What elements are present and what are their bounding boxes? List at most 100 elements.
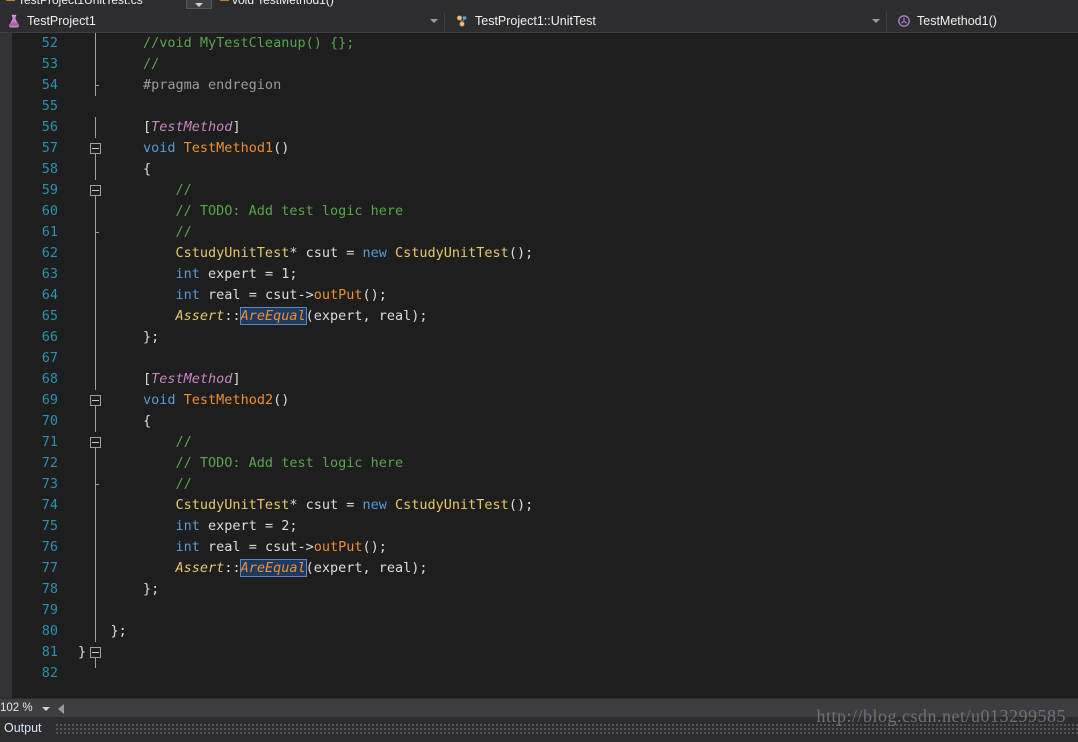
tab-unittest-cs[interactable]: TestProject1UnitTest.cs bbox=[18, 0, 143, 10]
code-line[interactable]: 79 bbox=[12, 600, 1078, 621]
line-content[interactable]: // bbox=[78, 474, 192, 495]
line-number: 52 bbox=[41, 35, 58, 51]
code-token: ; bbox=[289, 518, 298, 534]
code-token: = bbox=[346, 497, 363, 513]
code-token: TestMethod bbox=[151, 371, 233, 387]
line-content[interactable]: int expert = 1; bbox=[78, 264, 298, 285]
code-line[interactable]: 73 // bbox=[12, 474, 1078, 495]
code-line[interactable]: 81} bbox=[12, 642, 1078, 663]
line-content[interactable]: //void MyTestCleanup() {}; bbox=[78, 33, 354, 54]
code-token: [ bbox=[78, 119, 152, 135]
code-line[interactable]: 64 int real = csut->outPut(); bbox=[12, 285, 1078, 306]
code-line[interactable]: 63 int expert = 1; bbox=[12, 264, 1078, 285]
line-content[interactable]: // bbox=[78, 222, 192, 243]
code-line[interactable]: 65 Assert::AreEqual(expert, real); bbox=[12, 306, 1078, 327]
code-lines[interactable]: 52 //void MyTestCleanup() {}; 53 //54 #pr… bbox=[12, 33, 1078, 684]
code-line[interactable]: 54 #pragma endregion bbox=[12, 75, 1078, 96]
line-content[interactable]: // TODO: Add test logic here bbox=[78, 201, 404, 222]
code-line[interactable]: 62 CstudyUnitTest* csut = new CstudyUnit… bbox=[12, 243, 1078, 264]
code-line[interactable]: 78 }; bbox=[12, 579, 1078, 600]
code-token: = bbox=[264, 518, 282, 534]
line-content[interactable]: { bbox=[78, 411, 151, 432]
line-content[interactable]: [TestMethod] bbox=[78, 369, 241, 390]
line-content[interactable]: }; bbox=[78, 327, 159, 348]
line-content[interactable]: void TestMethod2() bbox=[78, 390, 289, 411]
code-line[interactable]: 55 bbox=[12, 96, 1078, 117]
zoom-level-combobox[interactable]: 102 % bbox=[0, 699, 58, 717]
code-line[interactable]: 59 // bbox=[12, 180, 1078, 201]
chevron-down-icon[interactable] bbox=[872, 19, 880, 23]
code-line[interactable]: 53 // bbox=[12, 54, 1078, 75]
code-line[interactable]: 77 Assert::AreEqual(expert, real); bbox=[12, 558, 1078, 579]
code-token: () bbox=[273, 140, 290, 156]
code-line[interactable]: 80 }; bbox=[12, 621, 1078, 642]
line-number: 65 bbox=[41, 308, 58, 324]
code-token: = bbox=[248, 539, 265, 555]
scroll-left-icon[interactable] bbox=[58, 704, 64, 714]
code-token: (expert, real); bbox=[305, 308, 428, 324]
line-content[interactable]: // TODO: Add test logic here bbox=[78, 453, 404, 474]
line-content[interactable]: Assert::AreEqual(expert, real); bbox=[78, 306, 428, 327]
code-line[interactable]: 67 bbox=[12, 348, 1078, 369]
line-content[interactable]: // bbox=[78, 432, 192, 453]
line-content[interactable]: // bbox=[78, 180, 192, 201]
code-token: * bbox=[289, 497, 306, 513]
chevron-down-icon[interactable] bbox=[430, 19, 438, 23]
code-token: void bbox=[78, 392, 184, 408]
test-flask-icon bbox=[6, 13, 22, 29]
code-line[interactable]: 70 { bbox=[12, 411, 1078, 432]
code-line[interactable]: 60 // TODO: Add test logic here bbox=[12, 201, 1078, 222]
line-content[interactable]: }; bbox=[78, 579, 159, 600]
line-content[interactable]: int real = csut->outPut(); bbox=[78, 537, 387, 558]
code-line[interactable]: 68 [TestMethod] bbox=[12, 369, 1078, 390]
line-number: 75 bbox=[41, 518, 58, 534]
code-line[interactable]: 57 void TestMethod1() bbox=[12, 138, 1078, 159]
line-content[interactable]: int real = csut->outPut(); bbox=[78, 285, 387, 306]
line-content[interactable]: int expert = 2; bbox=[78, 516, 298, 537]
line-content[interactable]: Assert::AreEqual(expert, real); bbox=[78, 558, 428, 579]
code-line[interactable]: 75 int expert = 2; bbox=[12, 516, 1078, 537]
code-token: int bbox=[78, 287, 200, 303]
code-token: :: bbox=[224, 560, 241, 576]
line-content[interactable]: [TestMethod] bbox=[78, 117, 241, 138]
zoom-level-value: 102 % bbox=[0, 702, 33, 714]
code-line[interactable]: 61 // bbox=[12, 222, 1078, 243]
code-token: }; bbox=[78, 581, 160, 597]
line-number: 70 bbox=[41, 413, 58, 429]
tab-overflow-dropdown-button[interactable] bbox=[186, 0, 212, 9]
code-text-area[interactable]: 52 //void MyTestCleanup() {}; 53 //54 #pr… bbox=[12, 33, 1078, 698]
code-line[interactable]: 82 bbox=[12, 663, 1078, 684]
tab-testmethod1[interactable]: void TestMethod1() bbox=[232, 0, 334, 10]
navbar-method-selector[interactable]: TestMethod1() bbox=[888, 10, 1078, 32]
code-token: // bbox=[78, 182, 192, 198]
code-token: (expert, real); bbox=[305, 560, 428, 576]
line-content[interactable]: void TestMethod1() bbox=[78, 138, 289, 159]
line-number: 80 bbox=[41, 623, 58, 639]
code-line[interactable]: 56 [TestMethod] bbox=[12, 117, 1078, 138]
line-content[interactable]: CstudyUnitTest* csut = new CstudyUnitTes… bbox=[78, 243, 534, 264]
code-token: = bbox=[264, 266, 282, 282]
code-line[interactable]: 76 int real = csut->outPut(); bbox=[12, 537, 1078, 558]
code-line[interactable]: 72 // TODO: Add test logic here bbox=[12, 453, 1078, 474]
line-content[interactable]: { bbox=[78, 159, 151, 180]
chevron-down-icon[interactable] bbox=[42, 707, 50, 711]
editor-tab-strip: TestProject1UnitTest.cs void TestMethod1… bbox=[0, 0, 1078, 10]
code-editor[interactable]: 52 //void MyTestCleanup() {}; 53 //54 #pr… bbox=[0, 33, 1078, 698]
code-token: ] bbox=[232, 119, 241, 135]
code-line[interactable]: 71 // bbox=[12, 432, 1078, 453]
line-content[interactable]: CstudyUnitTest* csut = new CstudyUnitTes… bbox=[78, 495, 534, 516]
line-content[interactable]: // bbox=[78, 54, 159, 75]
line-content[interactable]: #pragma endregion bbox=[78, 75, 281, 96]
code-line[interactable]: 58 { bbox=[12, 159, 1078, 180]
line-number: 79 bbox=[41, 602, 58, 618]
code-line[interactable]: 66 }; bbox=[12, 327, 1078, 348]
line-number: 76 bbox=[41, 539, 58, 555]
line-content[interactable]: }; bbox=[78, 621, 127, 642]
navbar-class-selector[interactable]: TestProject1::UnitTest bbox=[446, 10, 886, 32]
line-content[interactable]: } bbox=[78, 642, 86, 663]
code-line[interactable]: 74 CstudyUnitTest* csut = new CstudyUnit… bbox=[12, 495, 1078, 516]
indicator-margin[interactable] bbox=[0, 33, 12, 698]
code-line[interactable]: 69 void TestMethod2() bbox=[12, 390, 1078, 411]
navbar-project-selector[interactable]: TestProject1 bbox=[0, 10, 444, 32]
code-line[interactable]: 52 //void MyTestCleanup() {}; bbox=[12, 33, 1078, 54]
